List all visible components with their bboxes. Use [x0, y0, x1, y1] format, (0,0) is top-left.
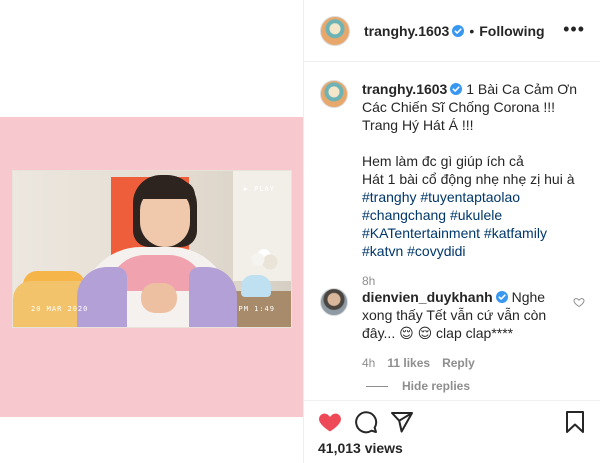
video-flowers [249, 249, 279, 275]
heart-outline-icon[interactable] [573, 296, 585, 308]
video-person-sleeve-left [77, 267, 127, 327]
comment-icon[interactable] [354, 410, 378, 434]
comment-text: dienvien_duykhanh Nghe xong thấy Tết vẫn… [362, 288, 562, 372]
comment-meta: 4h 11 likes Reply [362, 354, 562, 372]
hide-replies-button[interactable]: Hide replies [366, 379, 470, 393]
share-icon[interactable] [390, 410, 414, 434]
post-actions: 41,013 views [304, 400, 600, 463]
video-person-bangs [137, 181, 195, 199]
verified-icon [452, 24, 465, 37]
post-header: tranghy.1603 • Following ••• [304, 0, 600, 62]
hashtag-link[interactable]: #katfamily [484, 225, 547, 241]
comment-timestamp[interactable]: 4h [362, 354, 375, 372]
bookmark-icon[interactable] [563, 410, 587, 434]
post-caption: tranghy.1603 1 Bài Ca Cảm Ơn Các Chiến S… [320, 80, 585, 290]
post-media: ▶ PLAY 20 MAR 2020 PM 1:49 [0, 0, 303, 463]
video-person-hands [141, 283, 177, 313]
video-overlay-play: ▶ PLAY [243, 185, 275, 193]
caption-username[interactable]: tranghy.1603 [362, 81, 447, 97]
hide-replies-label: Hide replies [402, 379, 471, 393]
author-avatar[interactable] [320, 15, 350, 46]
hashtag-link[interactable]: #tuyentaptaolao [420, 189, 520, 205]
commenter-avatar[interactable] [320, 288, 348, 316]
hashtag-link[interactable]: #katvn [362, 243, 403, 259]
following-button[interactable]: Following [479, 23, 544, 39]
caption-avatar[interactable] [320, 80, 348, 108]
commenter-username[interactable]: dienvien_duykhanh [362, 289, 493, 305]
video-player[interactable]: ▶ PLAY 20 MAR 2020 PM 1:49 [12, 170, 292, 328]
author-info: tranghy.1603 • Following [364, 23, 545, 39]
more-icon[interactable]: ••• [563, 20, 585, 38]
reply-button[interactable]: Reply [442, 354, 475, 372]
heart-icon[interactable] [318, 410, 342, 434]
video-lamp [241, 275, 271, 297]
hashtag-link[interactable]: #covydidi [407, 243, 465, 259]
caption-body: Hem làm đc gì giúp ích cả Hát 1 bài cổ đ… [362, 152, 585, 260]
caption-line: Hem làm đc gì giúp ích cả [362, 153, 524, 169]
separator-dot: • [469, 22, 475, 39]
comment-item: dienvien_duykhanh Nghe xong thấy Tết vẫn… [320, 288, 585, 372]
hashtag-link[interactable]: #changchang [362, 207, 446, 223]
author-username[interactable]: tranghy.1603 [364, 23, 449, 39]
caption-line: Hát 1 bài cổ động nhẹ nhẹ zị hui à [362, 171, 575, 187]
hashtag-link[interactable]: #KATentertainment [362, 225, 480, 241]
hashtag-link[interactable]: #ukulele [450, 207, 502, 223]
views-count[interactable]: 41,013 views [318, 440, 403, 456]
verified-icon [450, 83, 463, 95]
video-overlay-date: 20 MAR 2020 [31, 305, 89, 313]
comment-likes[interactable]: 11 likes [387, 354, 430, 372]
video-overlay-time: PM 1:49 [238, 305, 275, 313]
post-side-panel: tranghy.1603 • Following ••• tranghy.160… [303, 0, 600, 463]
replies-divider-line [366, 385, 388, 387]
caption-text: tranghy.1603 1 Bài Ca Cảm Ơn Các Chiến S… [362, 80, 585, 290]
verified-icon [495, 291, 508, 303]
hashtag-link[interactable]: #tranghy [362, 189, 416, 205]
